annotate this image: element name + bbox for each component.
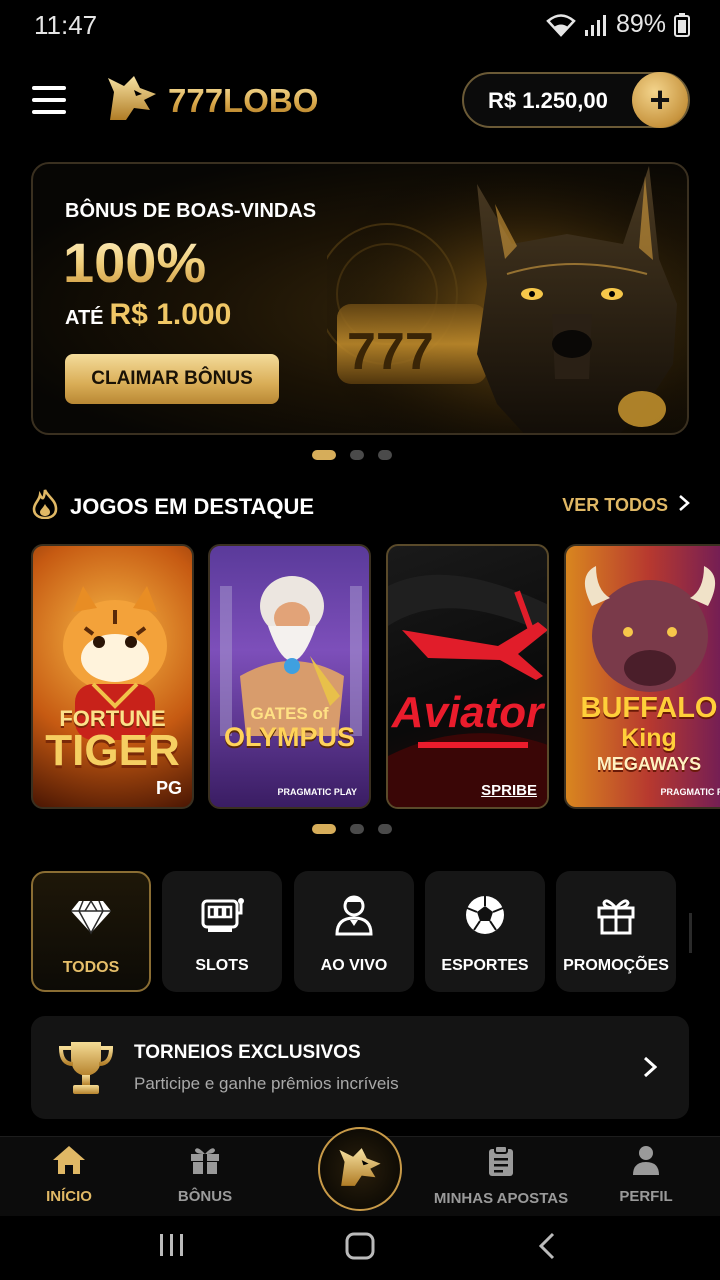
zeus-artwork [220,576,362,736]
game-title-line2: OLYMPUS [223,722,356,752]
nav-label: INÍCIO [46,1188,92,1205]
fire-icon [32,489,58,524]
app-header: 777LOBO R$ 1.250,00 + [0,62,720,138]
see-all-link[interactable]: VER TODOS [562,494,690,517]
category-esportes[interactable]: ESPORTES [425,871,545,992]
pagination-dot[interactable] [312,450,336,460]
pagination-dot[interactable] [350,824,364,834]
welcome-bonus-banner[interactable]: 777 BÔNUS DE BOAS-VINDAS 100% ATÉ R$ 1.0… [31,162,689,435]
game-card-gates-of-olympus[interactable]: GATES of OLYMPUS PRAGMATIC PLAY [208,544,371,809]
nav-bonus[interactable]: BÔNUS [125,1145,285,1205]
pagination-dot[interactable] [350,450,364,460]
center-logo-button[interactable] [318,1127,402,1211]
back-icon[interactable] [538,1232,556,1265]
gift-icon [596,893,636,937]
tournaments-title: TORNEIOS EXCLUSIVOS [134,1042,361,1063]
nav-label: PERFIL [619,1188,673,1205]
category-slots[interactable]: SLOTS [162,871,282,992]
game-provider: PRAGMATIC PLAY [277,787,357,797]
plane-artwork [388,574,547,807]
signal-icon [584,14,608,36]
clipboard-icon [487,1145,515,1182]
system-navigation [0,1216,720,1280]
slot-reel-digits: 777 [347,323,434,381]
diamond-icon [69,895,113,939]
chevron-right-icon [643,1056,658,1083]
banner-kicker: BÔNUS DE BOAS-VINDAS [65,200,317,222]
category-ao-vivo[interactable]: AO VIVO [294,871,414,992]
battery-icon [674,12,690,37]
soccer-ball-icon [464,893,506,937]
nav-label: BÔNUS [177,1188,233,1205]
title-underline [418,742,528,748]
category-label: ESPORTES [441,957,529,974]
featured-games-header: JOGOS EM DESTAQUE [32,489,314,524]
game-title-line2: King [621,724,677,752]
banner-upto-amount: R$ 1.000 [109,298,232,331]
game-title: Aviator [391,688,544,737]
pagination-dot[interactable] [378,450,392,460]
game-provider: PG [155,778,182,798]
game-card-fortune-tiger[interactable]: FORTUNE TIGER PG [31,544,194,809]
category-label: AO VIVO [320,957,388,974]
trophy-icon [57,1040,115,1101]
nav-minhas-apostas[interactable]: MINHAS APOSTAS [421,1145,581,1207]
chevron-right-icon [678,494,690,517]
game-title-line2: TIGER [45,726,180,775]
recent-apps-icon[interactable] [158,1232,186,1263]
balance-pill[interactable]: R$ 1.250,00 + [462,72,690,128]
plus-icon: + [649,79,671,120]
game-card-buffalo-king[interactable]: BUFFALO King MEGAWAYS PRAGMATIC PLAY [564,544,720,809]
game-title-line1: GATES of [250,704,329,723]
tournaments-subtitle: Participe e ganhe prêmios incríveis [134,1074,399,1093]
user-icon [631,1145,661,1180]
pagination-dot[interactable] [378,824,392,834]
category-promocoes[interactable]: PROMOÇÕES [556,871,676,992]
games-pagination [312,824,392,834]
banner-percent: 100% [63,231,207,294]
nav-perfil[interactable]: PERFIL [566,1145,720,1205]
slot-machine-icon [200,893,244,937]
claim-bonus-button[interactable]: CLAIMAR BÔNUS [65,354,279,404]
category-label: SLOTS [195,957,249,974]
wifi-icon [546,13,576,37]
wolf-slot-artwork: 777 [327,164,687,433]
home-icon [52,1145,86,1180]
see-all-label: VER TODOS [562,495,668,515]
category-label: TODOS [62,959,120,976]
banner-pagination [312,450,392,460]
game-title-line3: MEGAWAYS [596,754,702,774]
wolf-logo-icon [104,72,160,129]
home-button-icon[interactable] [345,1232,375,1265]
brand-name: 777LOBO [168,81,319,119]
banner-upto-prefix: ATÉ [65,307,104,329]
pagination-dot[interactable] [312,824,336,834]
brand-logo[interactable]: 777LOBO [104,72,318,129]
category-tabs: TODOS SLOTS AO VIVO ESPORTES PROMOÇÕES [31,871,720,993]
scroll-hint [689,913,692,953]
gift-icon [189,1145,221,1180]
deposit-button[interactable]: + [632,72,688,128]
featured-games-title: JOGOS EM DESTAQUE [70,493,315,519]
status-icons: 89% [546,10,690,39]
status-time: 11:47 [34,10,98,40]
game-provider: PRAGMATIC PLAY [660,787,720,797]
game-provider: SPRIBE [481,782,537,799]
featured-games-carousel[interactable]: FORTUNE TIGER PG GATES of OLYMPUS PRAGMA… [31,544,720,810]
banner-upto: ATÉ R$ 1.000 [65,298,231,332]
menu-icon[interactable] [32,86,66,114]
game-title-line1: BUFFALO [580,692,718,724]
wolf-logo-icon [336,1144,384,1195]
dealer-icon [334,893,374,937]
game-card-aviator[interactable]: Aviator SPRIBE [386,544,549,809]
category-label: PROMOÇÕES [563,957,669,974]
tournaments-card[interactable]: TORNEIOS EXCLUSIVOS Participe e ganhe pr… [31,1016,689,1119]
battery-percent: 89% [615,10,666,38]
balance-amount: R$ 1.250,00 [488,88,608,113]
nav-label: MINHAS APOSTAS [433,1190,569,1207]
status-bar: 11:47 89% [0,0,720,52]
category-todos[interactable]: TODOS [31,871,151,992]
